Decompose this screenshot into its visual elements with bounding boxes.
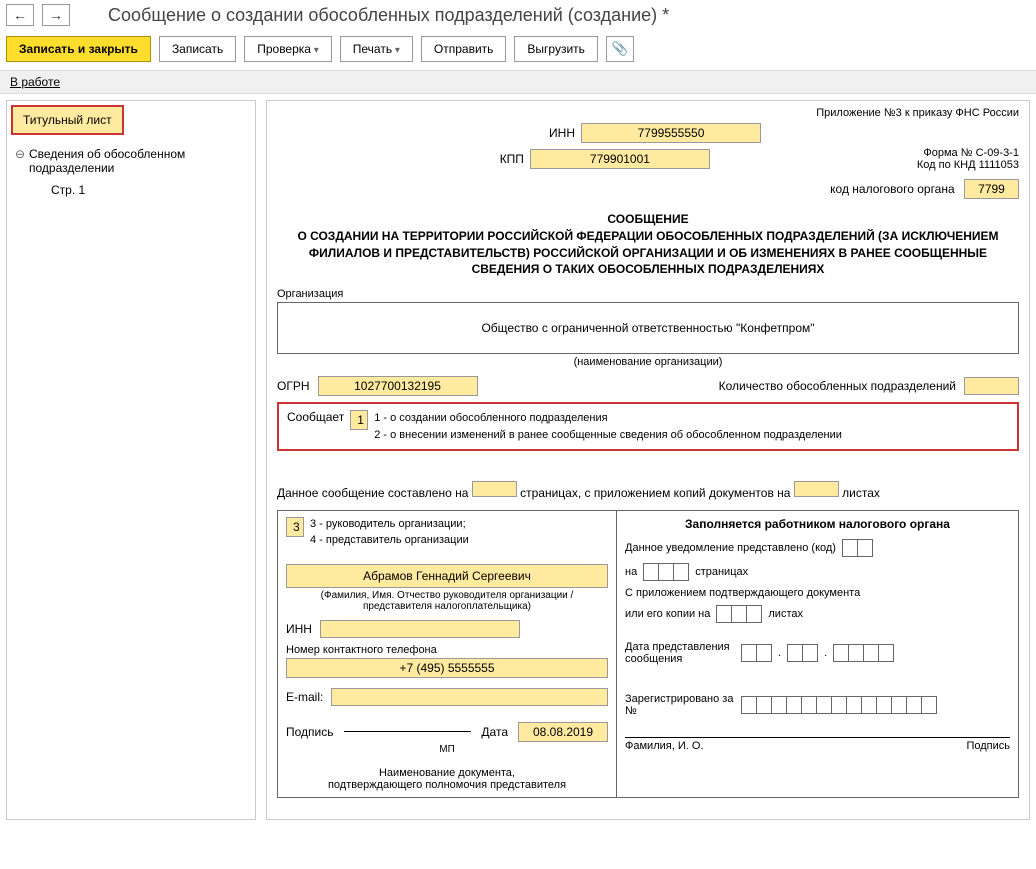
toolbar: Записать и закрыть Записать Проверка Печ… xyxy=(0,30,1036,70)
phone-field[interactable]: +7 (495) 5555555 xyxy=(286,658,608,678)
notify-highlight: Сообщает 1 1 - о создании обособленного … xyxy=(277,402,1019,451)
date-field[interactable]: 08.08.2019 xyxy=(518,722,608,742)
attach-doc-label: С приложением подтверждающего документа xyxy=(625,587,860,599)
presented-code-label: Данное уведомление представлено (код) xyxy=(625,542,836,554)
forward-button[interactable]: → xyxy=(42,4,70,26)
form-number: Форма № С-09-3-1 xyxy=(917,147,1019,159)
send-button[interactable]: Отправить xyxy=(421,36,507,62)
fio-caption: (Фамилия, Имя. Отчество руководителя орг… xyxy=(286,590,608,612)
inn-label: ИНН xyxy=(535,126,575,140)
save-close-button[interactable]: Записать и закрыть xyxy=(6,36,151,62)
paperclip-icon: 📎 xyxy=(612,41,629,57)
tax-code-field[interactable]: 7799 xyxy=(964,179,1019,199)
page-title: Сообщение о создании обособленных подраз… xyxy=(108,5,669,26)
doc-name-caption-2: подтверждающего полномочия представителя xyxy=(286,779,608,791)
org-name-box[interactable]: Общество с ограниченной ответственностью… xyxy=(277,302,1019,354)
rep-option-3: 3 - руководитель организации; xyxy=(310,517,469,532)
top-nav: ← → Сообщение о создании обособленных по… xyxy=(0,0,1036,30)
inn-field[interactable]: 7799555550 xyxy=(581,123,761,143)
tax-office-section: Заполняется работником налогового органа… xyxy=(617,510,1019,798)
phone-label: Номер контактного телефона xyxy=(286,644,608,656)
attach-button[interactable]: 📎 xyxy=(606,36,634,62)
org-caption: (наименование организации) xyxy=(277,356,1019,368)
date-cells-m xyxy=(787,644,818,662)
kpp-label: КПП xyxy=(484,152,524,166)
pages-row: Данное сообщение составлено на страницах… xyxy=(277,481,1019,500)
tree-label-subdivision: Сведения об обособленном подразделении xyxy=(29,147,247,175)
export-button[interactable]: Выгрузить xyxy=(514,36,598,62)
reg-no-cells xyxy=(741,696,937,714)
collapse-icon[interactable]: ⊖ xyxy=(15,147,29,161)
sign-label: Подпись xyxy=(286,725,334,739)
ogrn-label: ОГРН xyxy=(277,379,310,393)
doc-name-caption-1: Наименование документа, xyxy=(286,767,608,779)
notify-label: Сообщает xyxy=(287,410,344,424)
presented-code-cells xyxy=(842,539,873,557)
nav-panel: Титульный лист ⊖ Сведения об обособленно… xyxy=(6,100,256,820)
rep-code-field[interactable]: 3 xyxy=(286,517,304,537)
count-field[interactable] xyxy=(964,377,1019,395)
copy-on-label-b: листах xyxy=(768,608,803,620)
notify-code-field[interactable]: 1 xyxy=(350,410,368,430)
inn2-label: ИНН xyxy=(286,622,312,636)
status-bar: В работе xyxy=(0,70,1036,94)
tax-code-label: код налогового органа xyxy=(830,182,955,196)
status-link[interactable]: В работе xyxy=(10,75,60,89)
save-button[interactable]: Записать xyxy=(159,36,236,62)
appendix-note: Приложение №3 к приказу ФНС России xyxy=(277,107,1019,119)
tab-title-page[interactable]: Титульный лист xyxy=(11,105,124,135)
date-cells-y xyxy=(833,644,894,662)
print-button[interactable]: Печать xyxy=(340,36,413,62)
email-label: E-mail: xyxy=(286,690,323,704)
mp-label: МП xyxy=(286,744,608,755)
present-date-label: Дата представления сообщения xyxy=(625,641,735,665)
document-panel: Приложение №3 к приказу ФНС России ИНН 7… xyxy=(266,100,1030,820)
signatory-section: 3 3 - руководитель организации; 4 - пред… xyxy=(277,510,617,798)
on-pages-label-b: страницах xyxy=(695,566,748,578)
check-button[interactable]: Проверка xyxy=(244,36,332,62)
registered-label: Зарегистрировано за № xyxy=(625,693,735,717)
org-label: Организация xyxy=(277,288,1019,300)
notify-option-1: 1 - о создании обособленного подразделен… xyxy=(374,410,842,427)
pages-count-field[interactable] xyxy=(472,481,517,497)
inn2-field[interactable] xyxy=(320,620,520,638)
right-sign-label: Подпись xyxy=(966,740,1010,752)
right-fio-label: Фамилия, И. О. xyxy=(625,740,703,752)
document-main-title: СООБЩЕНИЕ О СОЗДАНИИ НА ТЕРРИТОРИИ РОССИ… xyxy=(277,211,1019,278)
tax-office-title: Заполняется работником налогового органа xyxy=(625,517,1010,531)
copy-on-label-a: или его копии на xyxy=(625,608,710,620)
kpp-field[interactable]: 779901001 xyxy=(530,149,710,169)
on-pages-label-a: на xyxy=(625,566,637,578)
knd-code: Код по КНД 1111053 xyxy=(917,159,1019,171)
copy-pages-cells xyxy=(716,605,762,623)
count-label: Количество обособленных подразделений xyxy=(719,379,956,393)
date-label: Дата xyxy=(481,725,508,739)
back-button[interactable]: ← xyxy=(6,4,34,26)
ogrn-field[interactable]: 1027700132195 xyxy=(318,376,478,396)
date-cells-d xyxy=(741,644,772,662)
tree-child-page1[interactable]: Стр. 1 xyxy=(51,183,251,197)
tree-item-subdivision[interactable]: ⊖ Сведения об обособленном подразделении xyxy=(11,145,251,177)
on-pages-cells xyxy=(643,563,689,581)
email-field[interactable] xyxy=(331,688,608,706)
sign-line xyxy=(344,731,472,732)
attach-pages-field[interactable] xyxy=(794,481,839,497)
notify-option-2: 2 - о внесении изменений в ранее сообщен… xyxy=(374,427,842,444)
fio-field[interactable]: Абрамов Геннадий Сергеевич xyxy=(286,564,608,588)
rep-option-4: 4 - представитель организации xyxy=(310,533,469,548)
